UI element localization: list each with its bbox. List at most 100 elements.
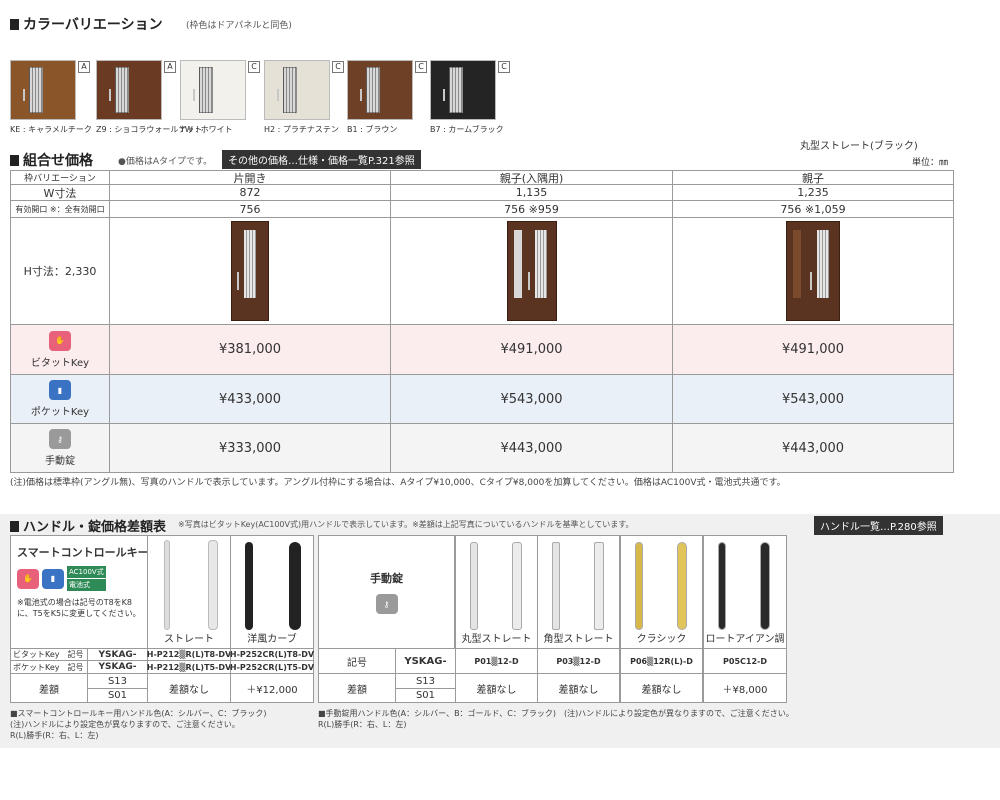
table-header-parent-child: 親子 <box>672 170 954 185</box>
manual-handle-label: ロートアイアン調 <box>705 634 785 645</box>
door-image-single-cell <box>109 217 391 325</box>
manual-lock-info-cell: 手動錠 ⚷ <box>318 535 455 649</box>
grade-badge: A <box>78 61 90 73</box>
manual-handle-cell: ロートアイアン調 <box>703 535 787 649</box>
glass-panel <box>366 67 380 113</box>
manual-s13: S13 <box>395 673 456 689</box>
curve-handle-label: 洋風カーブ <box>247 634 297 645</box>
swatch-label: B1 : ブラウン <box>347 125 398 134</box>
manual-lock-image <box>512 542 522 630</box>
opening-parent-child: 756 ※1,059 <box>672 200 954 218</box>
handle-section-title: ハンドル・錠価格差額表 <box>10 516 166 535</box>
color-swatch: A <box>10 60 90 120</box>
color-swatch: C <box>347 60 427 120</box>
glass-panel <box>29 67 43 113</box>
color-section-title: カラーバリエーション <box>10 14 163 34</box>
bitatto-key-icon: ✋ <box>17 568 39 589</box>
combo-footnote: (注)価格は標準枠(アングル無)、写真のハンドルで表示しています。アングル付枠に… <box>10 478 786 488</box>
manual-handle-cell: 角型ストレート <box>537 535 620 649</box>
key-type-cell: ⚷ 手動錠 <box>10 423 110 473</box>
smart-s01: S01 <box>87 688 148 703</box>
manual-s01: S01 <box>395 688 456 703</box>
manual-handle-image <box>635 542 643 630</box>
manual-note-2: R(L)勝手(R：右、L：左) <box>318 720 407 729</box>
pocket-code-label: ポケットKey 記号 <box>10 660 88 674</box>
handle-section-subtitle: ※写真はビタットKey(AC100V式)用ハンドルで表示しています。※差額は上記… <box>178 520 634 529</box>
key-type-cell: ✋ ビタットKey <box>10 324 110 375</box>
key-type-label: ビタットKey <box>30 357 90 369</box>
curve-lock-image <box>289 542 301 630</box>
grade-badge: C <box>415 61 427 73</box>
price-cell: ¥333,000 <box>109 423 391 473</box>
color-swatch: C <box>180 60 260 120</box>
smart-diff-label: 差額 <box>10 673 88 703</box>
door-handle <box>277 89 279 101</box>
color-section-subtitle: (枠色はドアパネルと同色) <box>186 21 292 31</box>
straight-handle-cell: ストレート <box>147 535 231 649</box>
grade-badge: C <box>332 61 344 73</box>
opening-single: 756 <box>109 200 391 218</box>
door-image-single <box>231 221 269 321</box>
price-cell: ¥491,000 <box>672 324 954 375</box>
manual-code: P03▒12-D <box>537 648 620 674</box>
w-value-single: 872 <box>109 184 391 201</box>
opening-label: 有効開口 ※：全有効開口 <box>10 200 110 218</box>
door-handle <box>109 89 111 101</box>
smart-note-3: R(L)勝手(R：右、L：左) <box>10 731 99 740</box>
curve-handle-image <box>245 542 253 630</box>
manual-handle-image <box>470 542 478 630</box>
color-swatch: A <box>96 60 176 120</box>
manual-diff: 差額なし <box>455 673 538 703</box>
price-cell: ¥433,000 <box>109 374 391 424</box>
smart-key-title: スマートコントロールキー <box>17 546 149 559</box>
smart-key-info-cell: スマートコントロールキー ✋ ▮ AC100V式 電池式 ※電池式の場合は記号の… <box>10 535 149 649</box>
unit-label: 単位：㎜ <box>912 158 949 168</box>
swatch-label: KE : キャラメルチーク <box>10 125 92 134</box>
swatch-label: H2 : プラチナステン <box>264 125 339 134</box>
manual-diff: 差額なし <box>620 673 703 703</box>
door-handle <box>360 89 362 101</box>
manual-code: P05C12-D <box>703 648 787 674</box>
manual-lock-title: 手動錠 <box>370 572 403 585</box>
price-list-reference[interactable]: その他の価格…仕様・価格一覧P.321参照 <box>222 150 421 169</box>
smart-note-2: (注)ハンドルにより設定色が異なりますので、ご注意ください。 <box>10 720 240 729</box>
handle-list-reference[interactable]: ハンドル一覧…P.280参照 <box>814 516 943 535</box>
key-type-icon: ▮ <box>49 380 71 400</box>
straight-handle-image <box>164 540 170 630</box>
door-image-corner-cell <box>390 217 673 325</box>
manual-diff: ＋¥8,000 <box>703 673 787 703</box>
straight-lock-image <box>208 540 218 630</box>
price-cell: ¥543,000 <box>390 374 673 424</box>
manual-lock-image <box>760 542 770 630</box>
w-label: W寸法 <box>10 184 110 201</box>
price-cell: ¥491,000 <box>390 324 673 375</box>
glass-panel <box>449 67 463 113</box>
pocket-key-icon: ▮ <box>42 568 64 589</box>
pocket-code-prefix: YSKAG- <box>87 660 148 674</box>
door-handle <box>23 89 25 101</box>
opening-corner: 756 ※959 <box>390 200 673 218</box>
swatch-label: YW : ホワイト <box>180 125 233 134</box>
door-handle <box>193 89 195 101</box>
manual-code-prefix: YSKAG- <box>395 648 456 674</box>
key-type-icon: ⚷ <box>49 429 71 449</box>
door-image-corner <box>506 221 557 321</box>
combo-section-title: 組合せ価格 <box>10 150 93 170</box>
key-type-label: 手動錠 <box>45 456 75 467</box>
manual-code: P06▒12R(L)-D <box>620 648 703 674</box>
price-cell: ¥381,000 <box>109 324 391 375</box>
manual-lock-image <box>677 542 687 630</box>
manual-lock-icon: ⚷ <box>375 594 398 614</box>
w-value-parent-child: 1,235 <box>672 184 954 201</box>
manual-handle-image <box>718 542 726 630</box>
pocket-code-curve: H-P252CR(L)T5-DV <box>230 660 314 674</box>
swatch-label: B7 : カームブラック <box>430 125 504 134</box>
glass-panel <box>283 67 297 113</box>
manual-note-1: ■手動錠用ハンドル色(A：シルバー、B：ゴールド、C：ブラック) (注)ハンドル… <box>318 709 794 718</box>
straight-handle-label: ストレート <box>164 634 214 645</box>
smart-s13: S13 <box>87 673 148 689</box>
handle-note: 丸型ストレート(ブラック) <box>800 141 918 152</box>
door-image-parent-child-cell <box>672 217 954 325</box>
manual-code-label: 記号 <box>318 648 396 674</box>
curve-handle-cell: 洋風カーブ <box>230 535 314 649</box>
